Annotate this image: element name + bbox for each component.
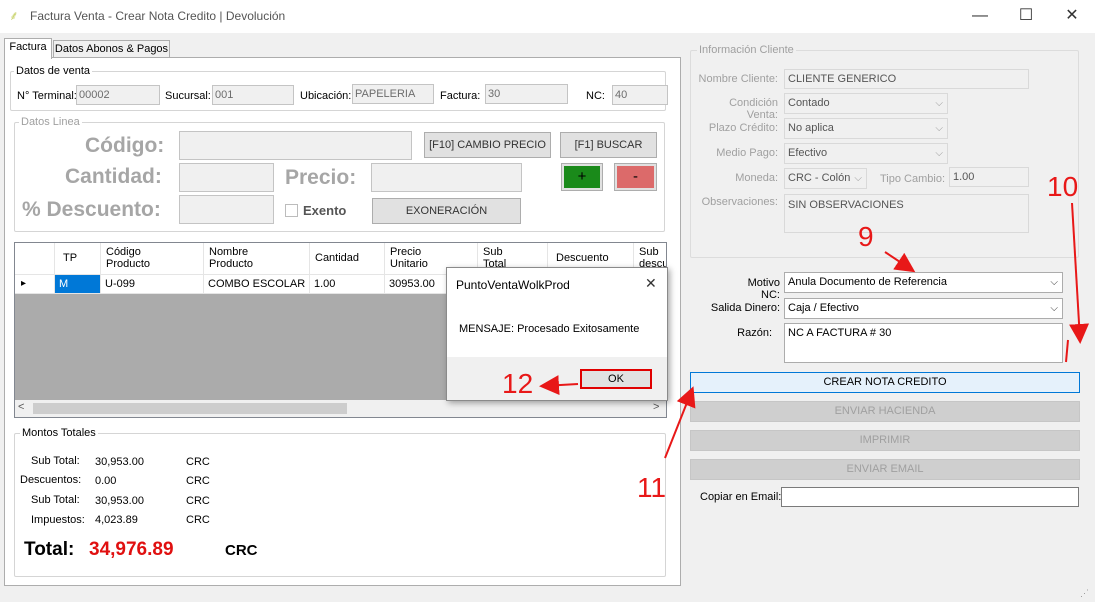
annotation-arrows (539, 202, 1090, 459)
arrow-12 (539, 375, 579, 396)
annotation-10: 10 (1047, 171, 1079, 202)
resize-grip-icon[interactable]: ⋰ (1080, 588, 1089, 599)
arrow-10 (1069, 202, 1090, 344)
annotation-12: 12 (502, 368, 534, 399)
arrow-10-tail (1065, 339, 1069, 363)
annotation-11: 11 (637, 472, 667, 503)
arrow-11 (664, 386, 696, 459)
tab-factura[interactable]: Factura (4, 38, 52, 59)
annotation-9: 9 (858, 221, 874, 252)
arrow-9 (884, 251, 916, 273)
